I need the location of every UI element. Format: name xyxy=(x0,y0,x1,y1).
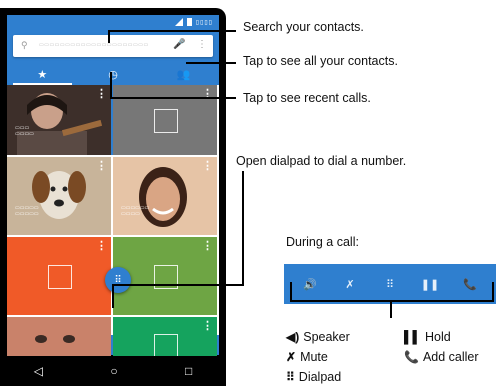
contact-tile[interactable]: ⋮ ▭▭▭▭▭ ▭▭▭▭▭ xyxy=(7,157,111,235)
callout-line xyxy=(242,171,244,286)
callout-all-contacts: Tap to see all your contacts. xyxy=(243,54,398,68)
callout-line xyxy=(186,62,236,64)
contact-placeholder-icon xyxy=(154,334,178,357)
people-icon: 👥 xyxy=(176,68,191,81)
tile-menu-icon[interactable]: ⋮ xyxy=(96,159,107,172)
contact-photo xyxy=(7,317,111,357)
legend-add-caller: 📞 Add caller xyxy=(404,350,479,364)
back-icon[interactable]: ◁ xyxy=(34,364,43,378)
contact-tile[interactable]: ⋮ ▭▭▭▭▭▭ ▭▭▭▭ xyxy=(113,157,217,235)
navigation-bar: ◁ ○ □ xyxy=(0,356,226,386)
contact-name: ▭▭▭▭▭▭ ▭▭▭▭ xyxy=(121,205,150,217)
contact-tile[interactable]: ⋮ xyxy=(113,85,217,155)
callout-line xyxy=(390,302,392,318)
contact-name: ▭▭▭▭▭ ▭▭▭▭▭ xyxy=(15,205,39,217)
dialpad-icon: ⠿ xyxy=(286,370,295,384)
search-bar[interactable]: ⚲ ▭▭▭▭▭▭▭▭▭▭▭▭▭▭▭▭▭▭▭▭▭ 🎤 ⋮ xyxy=(13,35,213,57)
legend-label: Speaker xyxy=(303,330,350,344)
callout-dialpad: Open dialpad to dial a number. xyxy=(236,154,407,168)
tab-recents[interactable]: ◷ xyxy=(78,63,149,85)
signal-icon xyxy=(174,18,183,26)
tile-menu-icon[interactable]: ⋮ xyxy=(202,239,213,252)
callout-line xyxy=(110,97,236,99)
legend-label: Dialpad xyxy=(298,370,342,384)
legend-label: Mute xyxy=(300,350,328,364)
contact-tile[interactable]: ⋮ xyxy=(7,237,111,315)
tile-menu-icon[interactable]: ⋮ xyxy=(96,239,107,252)
home-icon[interactable]: ○ xyxy=(110,364,117,378)
contact-tile[interactable] xyxy=(7,317,111,357)
callout-recent-calls: Tap to see recent calls. xyxy=(243,91,371,105)
tile-menu-icon[interactable]: ⋮ xyxy=(202,159,213,172)
legend-dialpad: ⠿ Dialpad xyxy=(286,370,341,384)
star-icon: ★ xyxy=(37,68,48,81)
legend-label: Add caller xyxy=(422,350,479,364)
overflow-menu-icon[interactable]: ⋮ xyxy=(197,39,207,50)
contact-tile[interactable]: ⋮ xyxy=(113,317,217,357)
tab-contacts[interactable]: 👥 xyxy=(148,63,219,85)
search-input[interactable]: ▭▭▭▭▭▭▭▭▭▭▭▭▭▭▭▭▭▭▭▭▭ xyxy=(39,42,149,48)
legend-mute: ✗ Mute xyxy=(286,350,328,364)
contact-tile[interactable]: ⋮ ▭▭▭ ▭▭▭▭ xyxy=(7,85,113,155)
callout-line xyxy=(112,284,114,308)
legend-label: Hold xyxy=(425,330,451,344)
speaker-icon: ◀) xyxy=(286,330,300,344)
tile-menu-icon[interactable]: ⋮ xyxy=(202,319,213,332)
contact-name: ▭▭▭ ▭▭▭▭ xyxy=(15,125,34,137)
contact-placeholder-icon xyxy=(154,109,178,133)
callout-line xyxy=(108,30,236,32)
callout-line xyxy=(112,284,242,286)
status-bar: ▯▯▯▯ xyxy=(7,15,219,29)
callout-search: Search your contacts. xyxy=(243,20,364,34)
phone-frame: ▯▯▯▯ ⚲ ▭▭▭▭▭▭▭▭▭▭▭▭▭▭▭▭▭▭▭▭▭ 🎤 ⋮ ★ ◷ 👥 ⋮… xyxy=(0,8,226,386)
tab-favorites[interactable]: ★ xyxy=(7,63,78,85)
legend-speaker: ◀) Speaker xyxy=(286,330,350,344)
dialpad-fab-button[interactable]: ⠿ xyxy=(105,267,131,293)
contact-placeholder-icon xyxy=(48,265,72,289)
during-call-title: During a call: xyxy=(286,235,359,249)
mute-icon: ✗ xyxy=(286,350,297,364)
status-time: ▯▯▯▯ xyxy=(195,19,213,26)
callout-line xyxy=(110,72,112,98)
recent-apps-icon[interactable]: □ xyxy=(185,364,192,378)
add-caller-icon: 📞 xyxy=(404,350,419,364)
search-icon: ⚲ xyxy=(21,40,28,50)
tab-bar: ★ ◷ 👥 xyxy=(7,63,219,85)
battery-icon xyxy=(186,18,192,26)
tile-menu-icon[interactable]: ⋮ xyxy=(96,87,107,100)
hold-icon: ▌▌ xyxy=(404,330,422,344)
microphone-icon[interactable]: 🎤 xyxy=(173,39,185,50)
legend-hold: ▌▌ Hold xyxy=(404,330,451,344)
callbar-bracket xyxy=(290,282,494,302)
